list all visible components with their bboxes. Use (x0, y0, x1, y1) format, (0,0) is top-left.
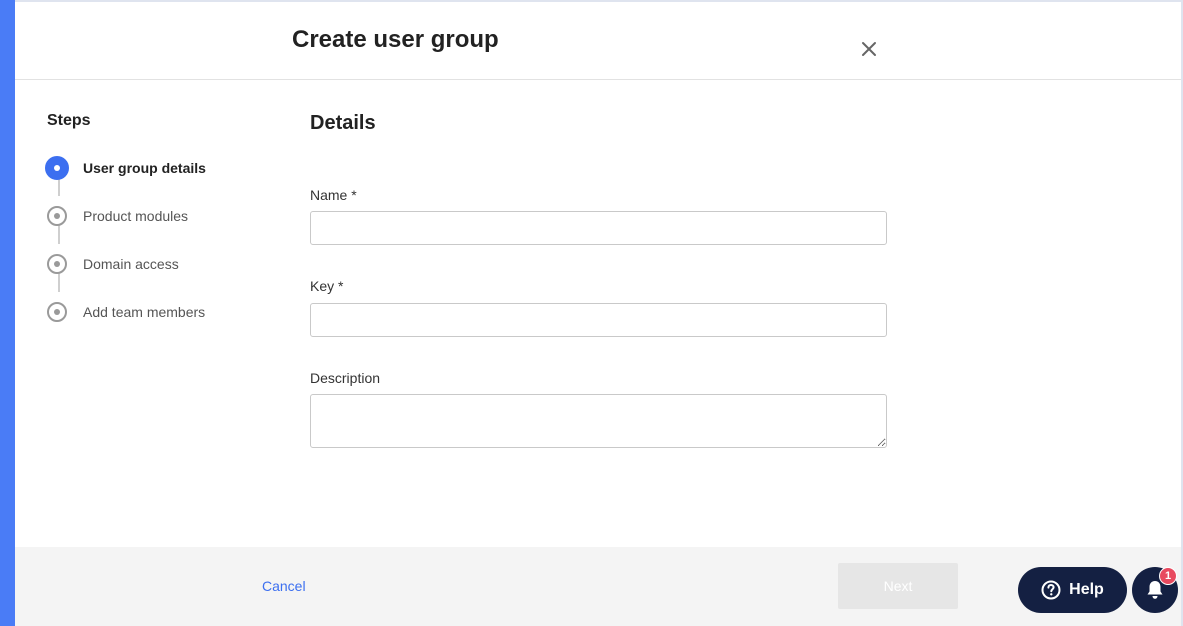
question-circle-icon (1041, 580, 1061, 600)
next-button[interactable]: Next (838, 563, 958, 609)
steps-panel: Steps User group details Product modules… (45, 112, 287, 336)
help-button[interactable]: Help (1018, 567, 1127, 613)
step-active-marker-icon (45, 156, 69, 180)
description-textarea[interactable] (310, 394, 887, 448)
key-input[interactable] (310, 303, 887, 337)
cancel-button[interactable]: Cancel (262, 578, 306, 594)
step-user-group-details[interactable]: User group details (45, 144, 287, 192)
key-label: Key * (310, 278, 344, 294)
step-marker-icon (47, 254, 67, 274)
name-input[interactable] (310, 211, 887, 245)
name-label: Name * (310, 187, 357, 203)
modal-title: Create user group (292, 26, 499, 53)
step-domain-access[interactable]: Domain access (47, 240, 287, 288)
notification-badge: 1 (1159, 567, 1177, 585)
step-marker-icon (47, 302, 67, 322)
step-label: Add team members (83, 304, 206, 320)
step-product-modules[interactable]: Product modules (47, 192, 287, 240)
step-marker-icon (47, 206, 67, 226)
details-form: Details Name * Key * Description (310, 112, 887, 448)
modal-footer: Cancel Next (15, 547, 1181, 626)
description-label: Description (310, 370, 381, 386)
step-label: Product modules (83, 208, 189, 224)
step-label: User group details (83, 160, 206, 176)
help-label: Help (1069, 581, 1104, 598)
step-add-team-members[interactable]: Add team members (47, 288, 287, 336)
step-label: Domain access (83, 256, 179, 272)
section-title: Details (310, 112, 376, 134)
close-icon (862, 42, 876, 56)
close-button[interactable] (857, 37, 881, 61)
modal-header: Create user group (15, 2, 1181, 80)
left-accent-bar (0, 0, 15, 626)
steps-title: Steps (47, 112, 91, 129)
